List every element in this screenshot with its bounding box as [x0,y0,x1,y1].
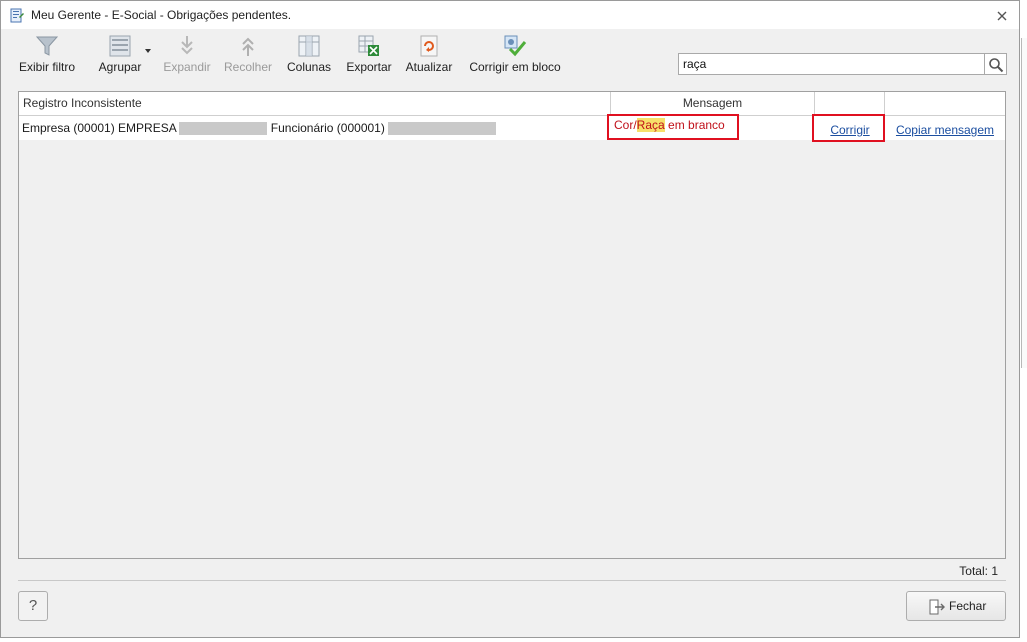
column-header-action-copy [885,92,1005,115]
mensagem-cell: Cor/Raça em branco [614,113,814,137]
expandir-label: Expandir [163,60,211,74]
empresa-text: Empresa (00001) EMPRESA [22,121,177,135]
expand-icon [181,36,193,55]
app-icon [10,8,24,23]
colunas-button[interactable]: Colunas [283,31,335,77]
bulk-fix-icon [504,35,527,57]
window-title: Meu Gerente - E-Social - Obrigações pend… [31,8,292,22]
funcionario-text: Funcionário (000001) [270,121,385,135]
expandir-button[interactable]: Expandir [159,31,215,77]
corrigir-em-bloco-label: Corrigir em bloco [469,60,561,74]
background-window-edge [1021,38,1027,368]
message-search-highlight: Raça [636,118,665,132]
help-button[interactable]: ? [18,591,48,621]
colunas-label: Colunas [286,60,332,74]
copiar-mensagem-link[interactable]: Copiar mensagem [896,123,994,137]
exportar-label: Exportar [346,60,392,74]
fechar-label: Fechar [949,599,987,613]
agrupar-button[interactable]: Agrupar [87,31,153,77]
agrupar-label: Agrupar [98,60,142,74]
funnel-icon [35,36,59,56]
search-input[interactable]: raça [678,53,985,75]
title-bar: Meu Gerente - E-Social - Obrigações pend… [1,1,1019,29]
atualizar-label: Atualizar [405,60,453,74]
registro-cell: Empresa (00001) EMPRESA Funcionário (000… [22,116,610,140]
exibir-filtro-button[interactable]: Exibir filtro [9,31,85,77]
corrigir-em-bloco-button[interactable]: Corrigir em bloco [465,31,565,77]
refresh-icon [420,35,438,57]
exportar-button[interactable]: Exportar [343,31,395,77]
column-header-mensagem[interactable]: Mensagem [611,92,815,115]
message-prefix: Cor/ [614,118,637,132]
recolher-label: Recolher [223,60,273,74]
fix-cell: Corrigir [815,118,885,142]
chevron-down-icon[interactable] [145,49,151,53]
dialog-window: Meu Gerente - E-Social - Obrigações pend… [0,0,1020,638]
redacted-employee-name [388,122,497,136]
copy-cell: Copiar mensagem [885,118,1005,142]
search-icon [989,58,1004,73]
exibir-filtro-label: Exibir filtro [18,60,75,74]
fechar-button[interactable]: Fechar [906,591,1006,621]
group-icon [109,35,131,57]
table-row[interactable]: Empresa (00001) EMPRESA Funcionário (000… [19,116,1005,140]
atualizar-button[interactable]: Atualizar [403,31,455,77]
columns-icon [298,35,320,57]
column-header-registro[interactable]: Registro Inconsistente [19,92,611,115]
collapse-icon [242,37,254,56]
search-button[interactable] [985,53,1007,75]
results-grid: Registro Inconsistente Mensagem Empresa … [18,91,1006,559]
footer-divider [18,580,1006,581]
grid-header: Registro Inconsistente Mensagem [19,92,1005,116]
recolher-button[interactable]: Recolher [221,31,275,77]
exit-door-icon [929,599,945,615]
column-header-action-fix [815,92,885,115]
total-count: Total: 1 [959,564,998,578]
corrigir-link[interactable]: Corrigir [830,123,869,137]
export-excel-icon [358,35,379,56]
redacted-company-name [179,122,268,136]
close-window-icon[interactable] [995,9,1009,23]
message-suffix: em branco [664,118,725,132]
